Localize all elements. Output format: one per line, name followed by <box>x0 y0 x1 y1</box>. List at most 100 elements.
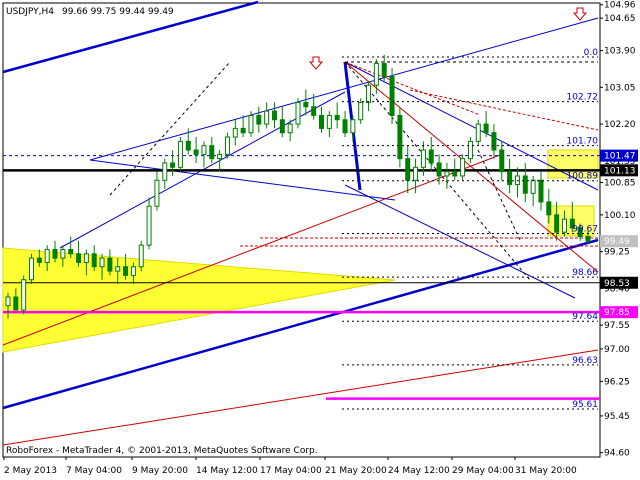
x-tick-label: 21 May 20:00 <box>325 466 387 476</box>
candle-body <box>546 201 552 216</box>
candle-body <box>295 101 301 125</box>
candle-body <box>366 84 372 103</box>
candle-body <box>123 266 129 276</box>
y-tick-label: 103.05 <box>604 83 636 93</box>
candle-body <box>256 114 262 125</box>
candle-body <box>271 110 277 121</box>
candle-body <box>264 110 270 125</box>
candle-body <box>467 140 473 160</box>
candle-body <box>13 296 19 311</box>
candle-body <box>326 114 332 129</box>
candle-body <box>170 162 176 168</box>
candle-body <box>52 248 58 259</box>
candle-body <box>522 175 528 194</box>
candle <box>467 137 473 163</box>
candle-body <box>217 153 223 160</box>
candle-body <box>83 253 89 263</box>
candle-body <box>413 166 419 181</box>
candle-body <box>201 145 207 155</box>
y-tick-label: 94.60 <box>604 449 630 459</box>
candle-body <box>491 132 497 151</box>
y-tick-label: 97.00 <box>604 345 630 355</box>
candle-body <box>483 123 489 134</box>
copyright-label: RoboForex - MetaTrader 4, © 2001-2013, M… <box>6 446 318 456</box>
candle-body <box>381 63 387 78</box>
y-tick-label: 100.10 <box>604 211 636 221</box>
ohlc-label: 99.66 99.75 99.44 99.49 <box>62 7 174 17</box>
candle-body <box>162 162 168 181</box>
target-level-label: 101.70 <box>567 137 599 147</box>
y-tick-label: 97.55 <box>604 321 630 331</box>
y-tick-label: 102.20 <box>604 120 636 130</box>
candle <box>248 111 254 138</box>
price-tag-label: 101.47 <box>604 152 636 162</box>
candle-body <box>29 257 35 281</box>
y-tick-label: 103.90 <box>604 47 636 57</box>
candle-body <box>554 214 560 233</box>
candle-body <box>224 136 230 155</box>
candle-body <box>232 127 238 138</box>
candle-body <box>334 114 340 121</box>
y-tick-label: 96.25 <box>604 377 630 387</box>
candle <box>138 240 144 272</box>
candle-body <box>499 149 505 173</box>
target-level-label: 100.89 <box>567 172 599 182</box>
target-level-label: 0.0 <box>584 48 599 58</box>
candle-body <box>475 123 481 142</box>
candle <box>29 253 35 285</box>
x-tick-label: 24 May 12:00 <box>388 466 450 476</box>
candle-body <box>420 149 426 168</box>
candle-body <box>530 179 536 194</box>
price-tag-label: 98.53 <box>604 279 630 289</box>
candle <box>475 119 481 146</box>
candle-body <box>279 119 285 134</box>
candle-body <box>373 63 379 86</box>
candle-body <box>436 162 442 177</box>
candle-body <box>68 248 74 255</box>
candle-body <box>507 171 513 186</box>
candle-body <box>5 296 11 307</box>
price-tag-label: 101.13 <box>604 166 636 176</box>
candle-body <box>428 149 434 164</box>
x-tick-label: 29 May 04:00 <box>452 466 514 476</box>
candle-body <box>248 114 254 134</box>
candle <box>21 275 27 315</box>
candle-body <box>561 218 567 233</box>
x-tick-label: 9 May 20:00 <box>132 466 188 476</box>
candle <box>224 132 230 159</box>
candle-body <box>303 101 309 108</box>
candle-body <box>311 106 317 116</box>
candle-body <box>405 158 411 181</box>
candle-body <box>99 257 105 268</box>
candle-body <box>350 119 356 134</box>
candle-body <box>91 253 97 268</box>
candle-body <box>358 101 364 121</box>
x-tick-label: 14 May 12:00 <box>196 466 258 476</box>
y-tick-label: 104.65 <box>604 14 636 24</box>
candle-body <box>44 248 50 263</box>
symbol-label: USDJPY,H4 <box>6 7 54 17</box>
candle-body <box>76 253 82 263</box>
x-tick-label: 17 May 04:00 <box>260 466 322 476</box>
target-level-label: 98.66 <box>572 268 598 278</box>
forex-chart: 0.0 102.72 101.70 100.89 99.67 98.66 97.64 96.6… <box>0 0 640 480</box>
candle-body <box>287 123 293 134</box>
x-tick-label: 7 May 04:00 <box>66 466 122 476</box>
candle-body <box>21 279 27 311</box>
candle-body <box>444 171 450 177</box>
candle <box>295 98 301 129</box>
x-tick-label: 2 May 2013 <box>4 466 57 476</box>
candle <box>389 67 395 125</box>
candle-body <box>538 179 544 203</box>
y-tick-label: 99.25 <box>604 248 630 258</box>
candle-body <box>115 266 121 272</box>
candle-body <box>130 266 136 276</box>
candle-body <box>452 171 458 177</box>
y-tick-label: 104.96 <box>604 1 636 11</box>
x-tick-label: 31 May 20:00 <box>515 466 577 476</box>
price-tag-label: 97.85 <box>604 308 630 318</box>
candle <box>177 137 183 172</box>
candle-body <box>585 235 591 242</box>
candle-body <box>319 114 325 129</box>
candle-body <box>185 140 191 151</box>
